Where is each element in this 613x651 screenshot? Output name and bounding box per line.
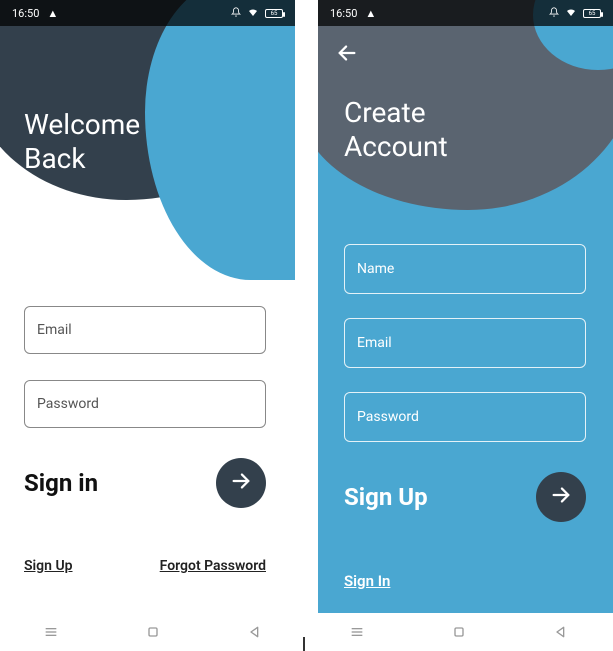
signin-screen: 16:50 ▲ 65 Welcome Back Email Pass [0, 0, 295, 613]
arrow-left-icon [336, 49, 358, 68]
email-field[interactable]: Email [24, 306, 266, 354]
signup-link[interactable]: Sign Up [24, 558, 73, 574]
signup-heading: Sign Up [344, 483, 428, 511]
dnd-icon [549, 7, 559, 20]
wifi-icon [247, 6, 259, 21]
email-field[interactable]: Email [344, 318, 586, 368]
signin-button[interactable] [216, 458, 266, 508]
warning-icon: ▲ [47, 7, 58, 20]
password-field[interactable]: Password [24, 380, 266, 428]
back-button[interactable] [247, 624, 263, 640]
title-line2: Account [344, 130, 448, 164]
arrow-right-icon [230, 470, 252, 496]
back-button[interactable] [336, 42, 358, 68]
name-placeholder: Name [357, 261, 394, 277]
home-button[interactable] [451, 624, 467, 640]
battery-icon: 65 [583, 9, 601, 18]
status-bar: 16:50 ▲ 65 [0, 0, 295, 26]
cursor-indicator [303, 637, 305, 651]
title-line1: Create [344, 96, 448, 130]
password-placeholder: Password [357, 409, 419, 425]
status-time: 16:50 [330, 7, 357, 20]
page-title: Welcome Back [24, 108, 140, 175]
status-time: 16:50 [12, 7, 39, 20]
password-field[interactable]: Password [344, 392, 586, 442]
page-title: Create Account [344, 96, 448, 163]
arrow-right-icon [550, 484, 572, 510]
signin-heading: Sign in [24, 469, 98, 497]
email-placeholder: Email [37, 322, 72, 338]
recents-button[interactable] [349, 624, 365, 640]
password-placeholder: Password [37, 396, 99, 412]
signup-button[interactable] [536, 472, 586, 522]
name-field[interactable]: Name [344, 244, 586, 294]
wifi-icon [565, 6, 577, 21]
battery-icon: 65 [265, 9, 283, 18]
back-button[interactable] [553, 624, 569, 640]
signin-link[interactable]: Sign In [344, 572, 587, 590]
title-line1: Welcome [24, 108, 140, 142]
dnd-icon [231, 7, 241, 20]
android-navbar [0, 613, 613, 651]
signup-screen: 16:50 ▲ 65 Create Account [318, 0, 613, 613]
email-placeholder: Email [357, 335, 392, 351]
forgot-password-link[interactable]: Forgot Password [160, 558, 266, 574]
title-line2: Back [24, 142, 140, 176]
warning-icon: ▲ [365, 7, 376, 20]
status-bar: 16:50 ▲ 65 [318, 0, 613, 26]
decor-blue-blob [145, 0, 295, 280]
home-button[interactable] [145, 624, 161, 640]
recents-button[interactable] [43, 624, 59, 640]
